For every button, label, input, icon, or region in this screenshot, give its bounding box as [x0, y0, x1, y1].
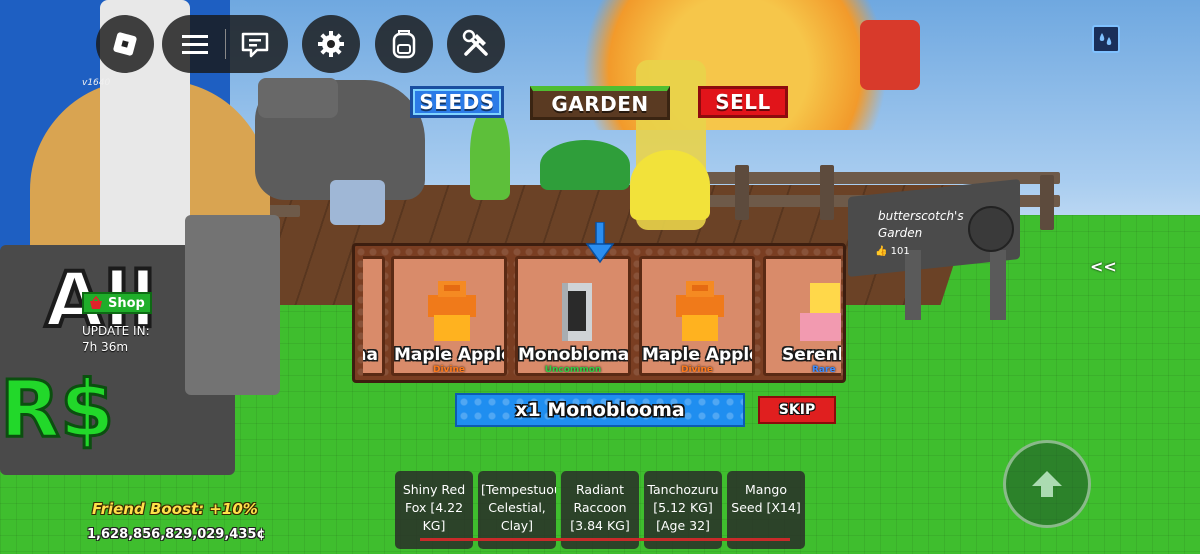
fence-post	[1040, 175, 1054, 230]
roblox-logo-icon	[113, 32, 137, 56]
garden-likes-count: 101	[890, 246, 910, 257]
serenity-seed-icon	[800, 283, 841, 341]
seed-card: Maple Apple Divine	[639, 256, 755, 376]
seeds-button[interactable]: SEEDS	[410, 86, 504, 118]
plant	[540, 140, 630, 190]
left-sign-block	[185, 215, 280, 395]
dinosaur-head	[258, 78, 338, 118]
seed-card-rarity: Divine	[432, 365, 466, 375]
seed-card: Monobloma Uncommon	[515, 256, 631, 376]
roblox-menu-button[interactable]	[96, 15, 154, 73]
maple-apple-seed-icon	[676, 281, 724, 341]
shop-button[interactable]: Shop	[82, 292, 152, 314]
seed-card-rarity: Rare	[812, 365, 836, 375]
hammer-wrench-icon	[462, 29, 488, 56]
red-tree-block	[860, 20, 920, 90]
friend-boost-label: Friend Boost: +10%	[92, 500, 258, 518]
selector-arrow-icon	[585, 222, 615, 264]
build-tools-button[interactable]	[447, 15, 505, 73]
seed-card: ...ma	[363, 256, 385, 376]
gear-icon	[318, 31, 344, 57]
maple-apple-seed-icon	[428, 281, 476, 341]
seed-card-name: Serenl	[782, 345, 841, 365]
sell-button[interactable]: SELL	[698, 86, 788, 118]
up-arrow-icon	[1032, 471, 1062, 497]
plant	[630, 150, 710, 220]
currency-balance: 1,628,856,829,029,435¢	[87, 527, 266, 542]
hamburger-menu-icon[interactable]	[182, 32, 208, 60]
backpack-button[interactable]	[375, 15, 433, 73]
shop-label: Shop	[108, 295, 145, 311]
plant	[470, 105, 510, 200]
sign-post	[905, 250, 921, 320]
fence-post	[820, 165, 834, 220]
garden-owner-title: butterscotch's Garden	[878, 209, 964, 240]
skip-button[interactable]: SKIP	[758, 396, 836, 424]
dinosaur-bag	[330, 180, 385, 225]
fence-post	[735, 165, 749, 220]
garden-likes: 👍 101	[875, 246, 910, 257]
collapse-button[interactable]: <<	[1090, 257, 1117, 276]
monoblooma-seed-icon	[562, 283, 592, 341]
chat-icon[interactable]	[240, 31, 270, 63]
garden-button[interactable]: GARDEN	[530, 86, 670, 120]
seed-card-name: ...ma	[363, 345, 378, 365]
divider	[225, 29, 226, 59]
backpack-icon	[392, 30, 416, 59]
owner-avatar	[968, 206, 1014, 252]
roll-result-bar: x1 Monoblooma	[455, 393, 745, 427]
thumbs-up-icon: 👍	[875, 246, 888, 257]
seed-card-name: Maple Apple	[394, 345, 507, 365]
seed-card: Maple Apple Divine	[391, 256, 507, 376]
seed-card-rarity: Uncommon	[544, 365, 602, 375]
seed-card-rarity: Divine	[680, 365, 714, 375]
hotbar-underline	[420, 538, 790, 541]
jump-button[interactable]	[1003, 440, 1091, 528]
shop-update-label: UPDATE IN:	[82, 324, 150, 338]
settings-button[interactable]	[302, 15, 360, 73]
seed-card-name: Maple Apple	[642, 345, 755, 365]
sign-text-robux: R$	[0, 364, 116, 457]
shop-basket-icon	[90, 296, 102, 309]
sign-post	[990, 250, 1006, 320]
menu-chat-group	[162, 15, 288, 73]
version-label: v1640	[82, 78, 111, 88]
seed-card-name: Monobloma	[518, 345, 630, 365]
seed-card: Serenl Rare	[763, 256, 841, 376]
water-drops-icon[interactable]	[1092, 25, 1120, 53]
seed-roll-strip: ...ma Maple Apple Divine Monobloma Uncom…	[363, 256, 841, 376]
shop-update-timer: 7h 36m	[82, 340, 129, 354]
